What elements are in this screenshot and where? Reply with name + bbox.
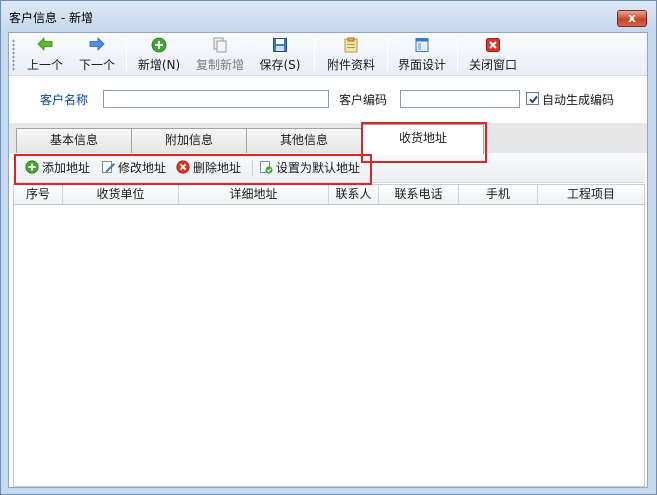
table-header: 序号 收货单位 详细地址 联系人 联系电话 手机 工程项目 bbox=[14, 185, 644, 205]
toolbar-separator bbox=[387, 38, 388, 71]
close-window-button[interactable]: 关闭窗口 bbox=[465, 37, 521, 73]
column-header-contact[interactable]: 联系人 bbox=[329, 185, 379, 204]
copy-add-button[interactable]: 复制新增 bbox=[192, 37, 248, 73]
customer-name-input[interactable] bbox=[103, 90, 329, 108]
edit-document-icon bbox=[101, 160, 115, 174]
close-window-label: 关闭窗口 bbox=[468, 58, 517, 72]
add-address-button[interactable]: 添加地址 bbox=[25, 159, 90, 177]
copy-add-label: 复制新增 bbox=[195, 58, 244, 72]
customer-form: 客户名称 客户编码 自动生成编码 bbox=[9, 77, 647, 123]
attachments-button[interactable]: 附件资料 bbox=[323, 37, 379, 73]
toolbar-separator bbox=[457, 38, 458, 71]
tab-other-info[interactable]: 其他信息 bbox=[246, 128, 362, 153]
set-default-address-button[interactable]: 设置为默认地址 bbox=[259, 159, 360, 177]
layout-design-icon bbox=[394, 37, 450, 54]
auto-code-checkbox[interactable] bbox=[526, 92, 539, 105]
column-header-address[interactable]: 详细地址 bbox=[179, 185, 329, 204]
prev-label: 上一个 bbox=[26, 58, 63, 72]
save-label: 保存(S) bbox=[259, 58, 301, 72]
customer-code-label: 客户编码 bbox=[339, 93, 388, 107]
copy-icon bbox=[192, 37, 248, 54]
add-circle-icon bbox=[135, 37, 183, 54]
tab-strip: 基本信息 附加信息 其他信息 收货地址 bbox=[9, 123, 647, 154]
arrow-right-icon bbox=[75, 37, 119, 54]
ui-design-label: 界面设计 bbox=[397, 58, 446, 72]
edit-address-button[interactable]: 修改地址 bbox=[101, 159, 166, 177]
ui-design-button[interactable]: 界面设计 bbox=[394, 37, 450, 73]
prev-button[interactable]: 上一个 bbox=[23, 37, 67, 73]
floppy-disk-icon bbox=[255, 37, 305, 54]
set-default-address-label: 设置为默认地址 bbox=[276, 161, 361, 175]
arrow-left-icon bbox=[23, 37, 67, 54]
add-circle-icon bbox=[25, 159, 39, 174]
title-bar[interactable]: 客户信息 - 新增 x bbox=[1, 1, 656, 33]
column-header-recipient[interactable]: 收货单位 bbox=[63, 185, 179, 204]
toolbar-grip[interactable] bbox=[12, 39, 15, 71]
address-action-bar: 添加地址 修改地址 删除地址 设置为默认地址 bbox=[13, 153, 645, 183]
next-label: 下一个 bbox=[78, 58, 115, 72]
column-header-phone[interactable]: 联系电话 bbox=[379, 185, 459, 204]
edit-address-label: 修改地址 bbox=[118, 161, 167, 175]
customer-info-window: 客户信息 - 新增 x 上一个 下一个 新增(N) 复制新增 保存(S) 附件资… bbox=[0, 0, 657, 495]
window-close-button[interactable]: x bbox=[617, 10, 647, 27]
tab-shipping-address[interactable]: 收货地址 bbox=[362, 124, 484, 154]
customer-name-label: 客户名称 bbox=[40, 93, 89, 107]
tab-basic-info[interactable]: 基本信息 bbox=[16, 128, 132, 153]
column-header-index[interactable]: 序号 bbox=[14, 185, 63, 204]
toolbar-separator bbox=[126, 38, 127, 71]
window-title: 客户信息 - 新增 bbox=[9, 11, 93, 25]
address-table[interactable]: 序号 收货单位 详细地址 联系人 联系电话 手机 工程项目 bbox=[13, 184, 645, 487]
delete-address-label: 删除地址 bbox=[193, 161, 242, 175]
window-client-area: 上一个 下一个 新增(N) 复制新增 保存(S) 附件资料 界面设计 关闭窗口 … bbox=[8, 32, 648, 488]
default-check-document-icon bbox=[259, 160, 273, 174]
attachments-label: 附件资料 bbox=[326, 58, 375, 72]
add-address-label: 添加地址 bbox=[42, 161, 91, 175]
attachment-folder-icon bbox=[323, 37, 379, 54]
add-label: 新增(N) bbox=[137, 58, 181, 72]
checkmark-icon bbox=[529, 95, 538, 104]
column-header-project[interactable]: 工程项目 bbox=[538, 185, 644, 204]
toolbar-separator bbox=[314, 38, 315, 71]
column-header-mobile[interactable]: 手机 bbox=[459, 185, 538, 204]
action-separator bbox=[252, 160, 253, 176]
delete-circle-icon bbox=[176, 159, 190, 174]
main-toolbar: 上一个 下一个 新增(N) 复制新增 保存(S) 附件资料 界面设计 关闭窗口 bbox=[9, 33, 647, 76]
customer-code-input[interactable] bbox=[400, 90, 520, 108]
add-button[interactable]: 新增(N) bbox=[135, 37, 183, 73]
next-button[interactable]: 下一个 bbox=[75, 37, 119, 73]
tab-extra-info[interactable]: 附加信息 bbox=[131, 128, 247, 153]
auto-code-label: 自动生成编码 bbox=[542, 93, 615, 107]
save-button[interactable]: 保存(S) bbox=[255, 37, 305, 73]
delete-address-button[interactable]: 删除地址 bbox=[176, 159, 241, 177]
close-red-icon bbox=[465, 37, 521, 54]
